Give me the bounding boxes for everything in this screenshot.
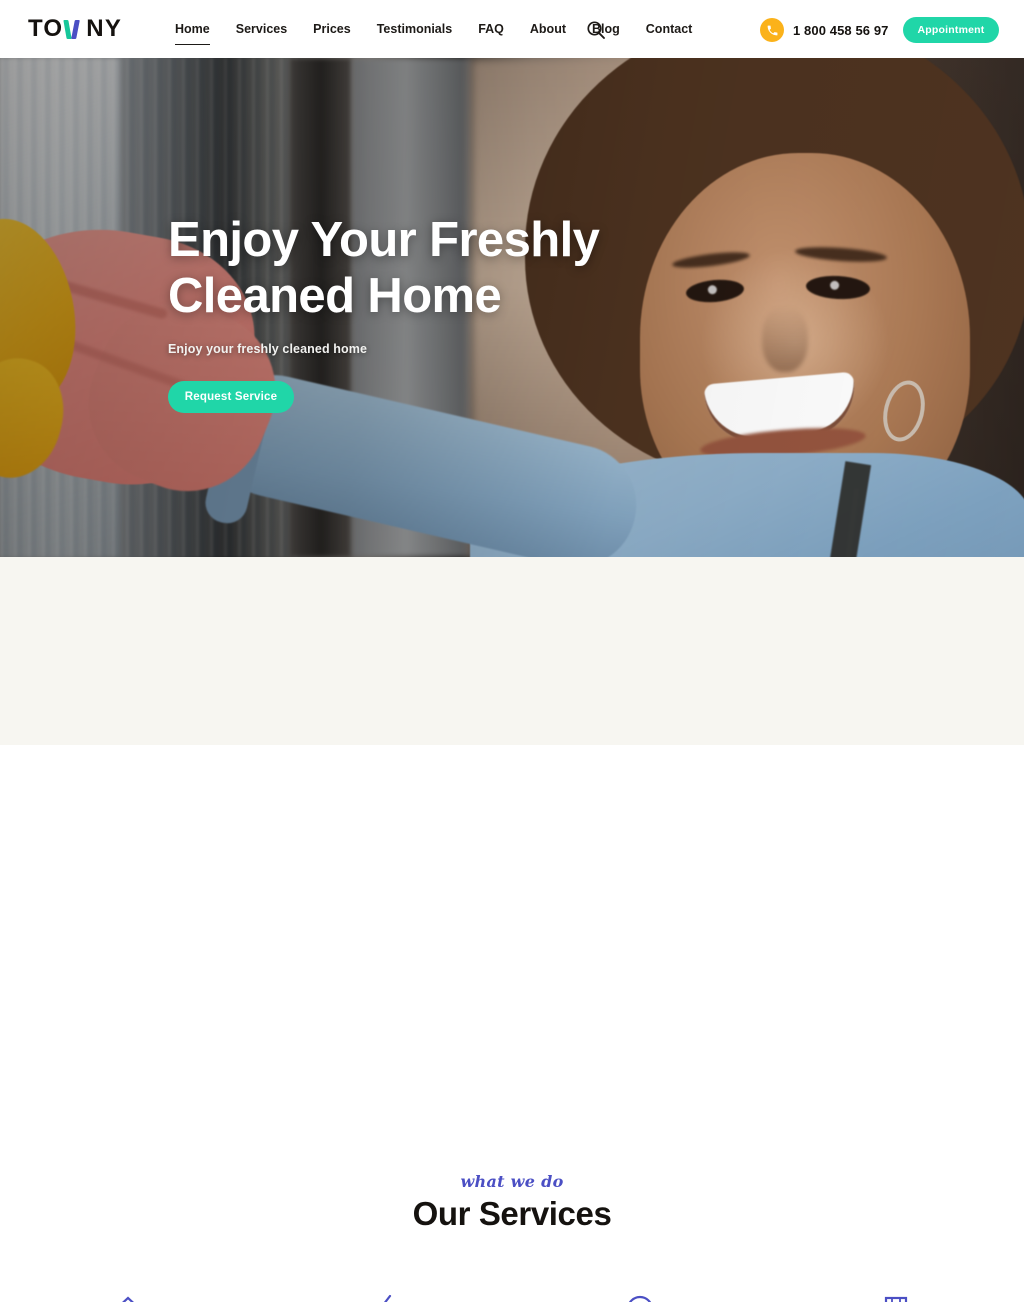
phone-number: 1 800 458 56 97 xyxy=(793,22,889,38)
site-header: TO NY Home Services Prices Testimonials … xyxy=(0,0,1024,58)
service-card-4[interactable] xyxy=(768,1292,1024,1302)
hero-subtitle: Enjoy your freshly cleaned home xyxy=(168,342,367,356)
appointment-button[interactable]: Appointment xyxy=(903,17,999,43)
logo-text-part-2: NY xyxy=(86,15,123,42)
phone-icon xyxy=(760,18,784,42)
hero-title: Enjoy Your Freshly Cleaned Home xyxy=(168,212,688,324)
service-card-2[interactable] xyxy=(256,1292,512,1302)
hero-title-line-2: Cleaned Home xyxy=(168,269,502,323)
logo[interactable]: TO NY xyxy=(28,17,122,41)
services-title: Our Services xyxy=(412,1195,612,1232)
service-card-3[interactable] xyxy=(512,1292,768,1302)
house-cleaning-icon xyxy=(111,1292,145,1302)
hero-title-line-1: Enjoy Your Freshly xyxy=(168,213,600,267)
service-card-1[interactable] xyxy=(0,1292,256,1302)
search-icon[interactable] xyxy=(585,19,607,41)
spray-bottle-icon xyxy=(623,1292,657,1302)
services-icon-row xyxy=(0,1292,1024,1302)
nav-item-contact[interactable]: Contact xyxy=(633,20,706,38)
nav-item-about[interactable]: About xyxy=(517,20,579,38)
hero-content: Enjoy Your Freshly Cleaned Home Enjoy yo… xyxy=(168,212,688,413)
building-icon xyxy=(879,1292,913,1302)
services-eyebrow: what we do xyxy=(460,1172,564,1191)
services-section: what we do Our Services xyxy=(0,557,1024,1302)
phone-contact[interactable]: 1 800 458 56 97 xyxy=(760,18,888,42)
nav-item-home[interactable]: Home xyxy=(162,20,223,45)
nav-item-faq[interactable]: FAQ xyxy=(465,20,517,38)
request-service-button[interactable]: Request Service xyxy=(168,381,294,413)
broom-icon xyxy=(367,1292,401,1302)
nav-item-prices[interactable]: Prices xyxy=(300,20,364,38)
logo-text-part-1: TO xyxy=(28,15,64,42)
main-navigation: Home Services Prices Testimonials FAQ Ab… xyxy=(162,0,705,58)
hero-section: Enjoy Your Freshly Cleaned Home Enjoy yo… xyxy=(0,58,1024,557)
logo-w-mark-icon xyxy=(63,19,85,40)
nav-item-testimonials[interactable]: Testimonials xyxy=(364,20,465,38)
nav-item-services[interactable]: Services xyxy=(223,20,300,38)
